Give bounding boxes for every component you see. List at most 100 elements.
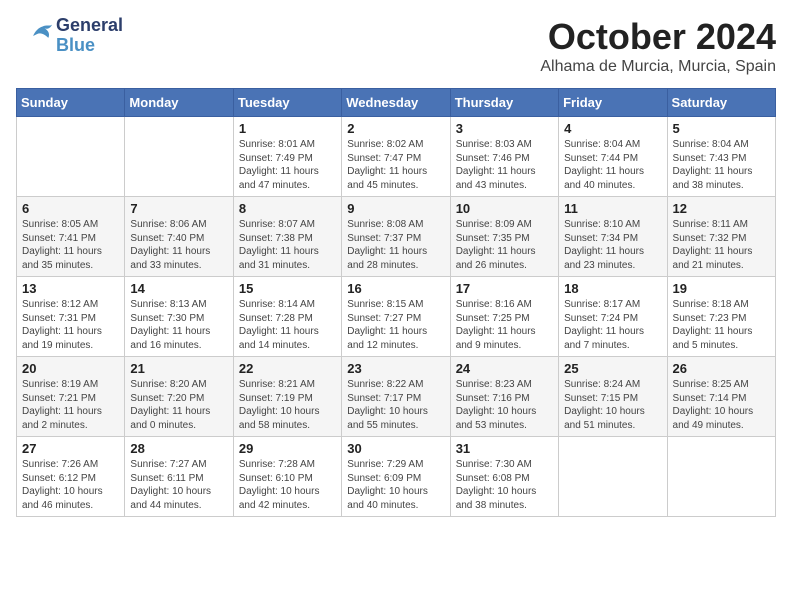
day-number: 20: [22, 361, 119, 376]
calendar-col-monday: Monday: [125, 89, 233, 117]
day-content: Sunrise: 8:18 AM Sunset: 7:23 PM Dayligh…: [673, 298, 770, 352]
location: Alhama de Murcia, Murcia, Spain: [540, 58, 776, 76]
day-content: Sunrise: 8:04 AM Sunset: 7:44 PM Dayligh…: [564, 138, 661, 192]
calendar-week-4: 20 Sunrise: 8:19 AM Sunset: 7:21 PM Dayli…: [17, 357, 776, 437]
day-number: 25: [564, 361, 661, 376]
calendar-col-saturday: Saturday: [667, 89, 775, 117]
day-content: Sunrise: 8:15 AM Sunset: 7:27 PM Dayligh…: [347, 298, 444, 352]
calendar-cell-1-2: [125, 117, 233, 197]
day-content: Sunrise: 8:25 AM Sunset: 7:14 PM Dayligh…: [673, 378, 770, 432]
calendar-cell-1-4: 2 Sunrise: 8:02 AM Sunset: 7:47 PM Daylig…: [342, 117, 450, 197]
day-content: Sunrise: 8:03 AM Sunset: 7:46 PM Dayligh…: [456, 138, 553, 192]
calendar-cell-2-3: 8 Sunrise: 8:07 AM Sunset: 7:38 PM Daylig…: [233, 197, 341, 277]
day-number: 10: [456, 201, 553, 216]
day-content: Sunrise: 8:07 AM Sunset: 7:38 PM Dayligh…: [239, 218, 336, 272]
day-number: 19: [673, 281, 770, 296]
day-content: Sunrise: 8:21 AM Sunset: 7:19 PM Dayligh…: [239, 378, 336, 432]
calendar-col-wednesday: Wednesday: [342, 89, 450, 117]
day-content: Sunrise: 8:22 AM Sunset: 7:17 PM Dayligh…: [347, 378, 444, 432]
day-number: 31: [456, 441, 553, 456]
logo-icon: [16, 17, 54, 55]
calendar-cell-5-6: [559, 437, 667, 517]
calendar-cell-1-1: [17, 117, 125, 197]
day-content: Sunrise: 8:12 AM Sunset: 7:31 PM Dayligh…: [22, 298, 119, 352]
calendar-cell-2-6: 11Sunrise: 8:10 AM Sunset: 7:34 PM Dayli…: [559, 197, 667, 277]
calendar-cell-5-1: 27Sunrise: 7:26 AM Sunset: 6:12 PM Dayli…: [17, 437, 125, 517]
day-number: 3: [456, 121, 553, 136]
calendar-cell-5-3: 29 Sunrise: 7:28 AM Sunset: 6:10 PM Dayli…: [233, 437, 341, 517]
logo-text: General Blue: [56, 16, 123, 56]
calendar-cell-2-5: 10 Sunrise: 8:09 AM Sunset: 7:35 PM Dayli…: [450, 197, 558, 277]
day-content: Sunrise: 8:01 AM Sunset: 7:49 PM Dayligh…: [239, 138, 336, 192]
calendar-cell-2-2: 7Sunrise: 8:06 AM Sunset: 7:40 PM Daylig…: [125, 197, 233, 277]
day-number: 2: [347, 121, 444, 136]
day-content: Sunrise: 7:29 AM Sunset: 6:09 PM Dayligh…: [347, 458, 444, 512]
day-content: Sunrise: 8:24 AM Sunset: 7:15 PM Dayligh…: [564, 378, 661, 432]
calendar-header-row: SundayMondayTuesdayWednesdayThursdayFrid…: [17, 89, 776, 117]
day-number: 21: [130, 361, 227, 376]
calendar-cell-5-7: [667, 437, 775, 517]
day-number: 1: [239, 121, 336, 136]
day-content: Sunrise: 8:16 AM Sunset: 7:25 PM Dayligh…: [456, 298, 553, 352]
day-number: 8: [239, 201, 336, 216]
calendar-cell-1-6: 4 Sunrise: 8:04 AM Sunset: 7:44 PM Daylig…: [559, 117, 667, 197]
calendar-cell-3-2: 14Sunrise: 8:13 AM Sunset: 7:30 PM Dayli…: [125, 277, 233, 357]
day-number: 12: [673, 201, 770, 216]
day-number: 6: [22, 201, 119, 216]
calendar-week-2: 6 Sunrise: 8:05 AM Sunset: 7:41 PM Daylig…: [17, 197, 776, 277]
day-content: Sunrise: 8:11 AM Sunset: 7:32 PM Dayligh…: [673, 218, 770, 272]
day-number: 30: [347, 441, 444, 456]
day-content: Sunrise: 8:04 AM Sunset: 7:43 PM Dayligh…: [673, 138, 770, 192]
calendar-col-friday: Friday: [559, 89, 667, 117]
day-number: 14: [130, 281, 227, 296]
day-content: Sunrise: 8:06 AM Sunset: 7:40 PM Dayligh…: [130, 218, 227, 272]
month-title: October 2024: [540, 16, 776, 58]
calendar-cell-3-5: 17 Sunrise: 8:16 AM Sunset: 7:25 PM Dayli…: [450, 277, 558, 357]
calendar-cell-4-5: 24Sunrise: 8:23 AM Sunset: 7:16 PM Dayli…: [450, 357, 558, 437]
calendar-cell-3-7: 19 Sunrise: 8:18 AM Sunset: 7:23 PM Dayli…: [667, 277, 775, 357]
day-number: 17: [456, 281, 553, 296]
calendar-col-sunday: Sunday: [17, 89, 125, 117]
calendar-cell-2-1: 6 Sunrise: 8:05 AM Sunset: 7:41 PM Daylig…: [17, 197, 125, 277]
day-content: Sunrise: 8:05 AM Sunset: 7:41 PM Dayligh…: [22, 218, 119, 272]
day-number: 16: [347, 281, 444, 296]
day-content: Sunrise: 7:27 AM Sunset: 6:11 PM Dayligh…: [130, 458, 227, 512]
day-number: 27: [22, 441, 119, 456]
calendar-cell-5-4: 30 Sunrise: 7:29 AM Sunset: 6:09 PM Dayli…: [342, 437, 450, 517]
day-content: Sunrise: 8:19 AM Sunset: 7:21 PM Dayligh…: [22, 378, 119, 432]
day-content: Sunrise: 7:30 AM Sunset: 6:08 PM Dayligh…: [456, 458, 553, 512]
day-number: 22: [239, 361, 336, 376]
day-number: 4: [564, 121, 661, 136]
day-number: 26: [673, 361, 770, 376]
day-number: 18: [564, 281, 661, 296]
calendar-week-1: 1 Sunrise: 8:01 AM Sunset: 7:49 PM Daylig…: [17, 117, 776, 197]
day-content: Sunrise: 8:23 AM Sunset: 7:16 PM Dayligh…: [456, 378, 553, 432]
day-content: Sunrise: 7:28 AM Sunset: 6:10 PM Dayligh…: [239, 458, 336, 512]
day-number: 5: [673, 121, 770, 136]
day-content: Sunrise: 8:02 AM Sunset: 7:47 PM Dayligh…: [347, 138, 444, 192]
calendar-cell-4-2: 21Sunrise: 8:20 AM Sunset: 7:20 PM Dayli…: [125, 357, 233, 437]
day-content: Sunrise: 8:17 AM Sunset: 7:24 PM Dayligh…: [564, 298, 661, 352]
calendar-cell-1-3: 1 Sunrise: 8:01 AM Sunset: 7:49 PM Daylig…: [233, 117, 341, 197]
day-number: 13: [22, 281, 119, 296]
day-content: Sunrise: 8:09 AM Sunset: 7:35 PM Dayligh…: [456, 218, 553, 272]
calendar-cell-2-7: 12 Sunrise: 8:11 AM Sunset: 7:32 PM Dayli…: [667, 197, 775, 277]
day-number: 29: [239, 441, 336, 456]
day-number: 28: [130, 441, 227, 456]
calendar-cell-1-7: 5 Sunrise: 8:04 AM Sunset: 7:43 PM Daylig…: [667, 117, 775, 197]
calendar-cell-3-6: 18 Sunrise: 8:17 AM Sunset: 7:24 PM Dayli…: [559, 277, 667, 357]
calendar-week-3: 13 Sunrise: 8:12 AM Sunset: 7:31 PM Dayli…: [17, 277, 776, 357]
calendar-cell-4-1: 20 Sunrise: 8:19 AM Sunset: 7:21 PM Dayli…: [17, 357, 125, 437]
logo-blue: Blue: [56, 36, 123, 56]
calendar-cell-5-2: 28 Sunrise: 7:27 AM Sunset: 6:11 PM Dayli…: [125, 437, 233, 517]
page-header: General Blue October 2024 Alhama de Murc…: [16, 16, 776, 76]
calendar-cell-2-4: 9Sunrise: 8:08 AM Sunset: 7:37 PM Daylig…: [342, 197, 450, 277]
calendar-col-tuesday: Tuesday: [233, 89, 341, 117]
day-number: 9: [347, 201, 444, 216]
calendar-cell-4-6: 25 Sunrise: 8:24 AM Sunset: 7:15 PM Dayli…: [559, 357, 667, 437]
calendar-col-thursday: Thursday: [450, 89, 558, 117]
calendar-cell-3-3: 15Sunrise: 8:14 AM Sunset: 7:28 PM Dayli…: [233, 277, 341, 357]
calendar-cell-4-4: 23Sunrise: 8:22 AM Sunset: 7:17 PM Dayli…: [342, 357, 450, 437]
calendar-cell-4-3: 22 Sunrise: 8:21 AM Sunset: 7:19 PM Dayli…: [233, 357, 341, 437]
logo: General Blue: [16, 16, 123, 56]
